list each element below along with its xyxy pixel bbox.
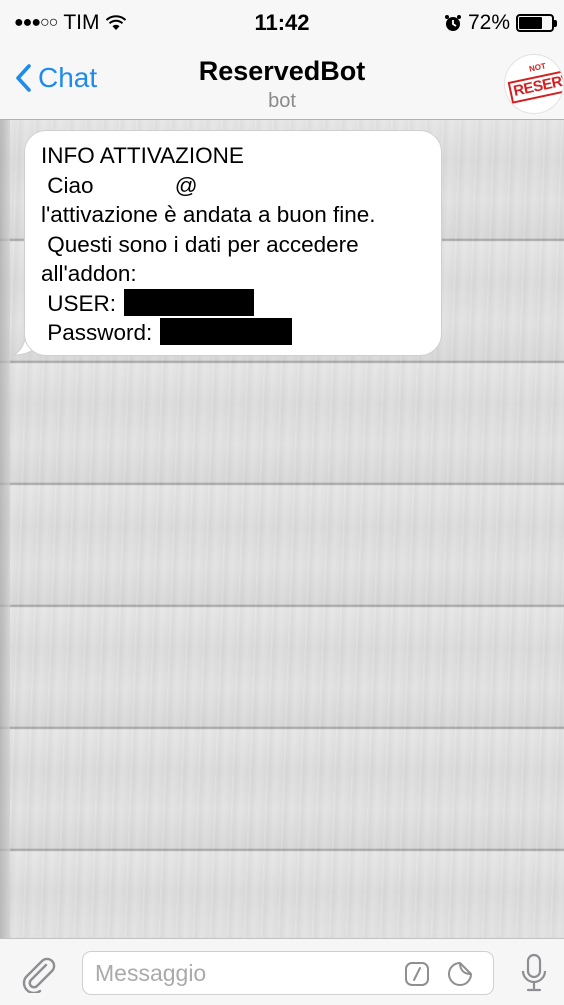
alarm-clock-icon xyxy=(444,15,461,31)
redacted-username xyxy=(124,288,255,316)
paperclip-icon[interactable] xyxy=(18,953,58,993)
message-heading: INFO ATTIVAZIONE xyxy=(41,143,244,168)
carrier-name: TIM xyxy=(63,11,100,34)
wifi-icon xyxy=(106,15,127,30)
battery-icon xyxy=(516,14,557,32)
user-label: USER: xyxy=(41,290,117,316)
user-line: USER: xyxy=(41,288,425,319)
microphone-icon[interactable] xyxy=(520,953,548,993)
message-line: l'attivazione è andata a buon fine. xyxy=(41,202,376,227)
message-line: Questi sono i dati per accedere xyxy=(41,231,359,257)
status-bar: ●●●○○ TIM 11:42 72% xyxy=(0,0,564,46)
navigation-bar: Chat ReservedBot bot xyxy=(0,46,564,120)
message-input[interactable] xyxy=(82,951,494,995)
chat-subtitle: bot xyxy=(268,90,296,112)
bot-avatar[interactable]: NOT RESERVED xyxy=(504,54,564,114)
message-line: Ciao @ xyxy=(41,172,198,198)
bot-command-icon[interactable] xyxy=(404,961,430,987)
battery-fill xyxy=(519,17,543,29)
password-line: Password: xyxy=(41,318,425,348)
status-left: ●●●○○ TIM xyxy=(14,11,127,35)
chat-screen: ●●●○○ TIM 11:42 72% Chat ReservedBot bot… xyxy=(0,0,564,1005)
message-line: all'addon: xyxy=(41,261,137,286)
redacted-password xyxy=(160,318,293,345)
battery-percent: 72% xyxy=(467,11,510,34)
incoming-message-bubble: INFO ATTIVAZIONE Ciao @ l'attivazione è … xyxy=(24,130,442,356)
sticker-icon[interactable] xyxy=(446,960,474,988)
status-right: 72% xyxy=(444,11,557,35)
avatar-stamp-small-text: NOT xyxy=(528,61,547,74)
password-label: Password: xyxy=(41,320,153,345)
chat-title: ReservedBot xyxy=(198,56,366,86)
message-input-bar xyxy=(0,938,564,1005)
signal-strength: ●●●○○ xyxy=(14,14,58,31)
screen-edge-shadow xyxy=(0,0,10,1005)
